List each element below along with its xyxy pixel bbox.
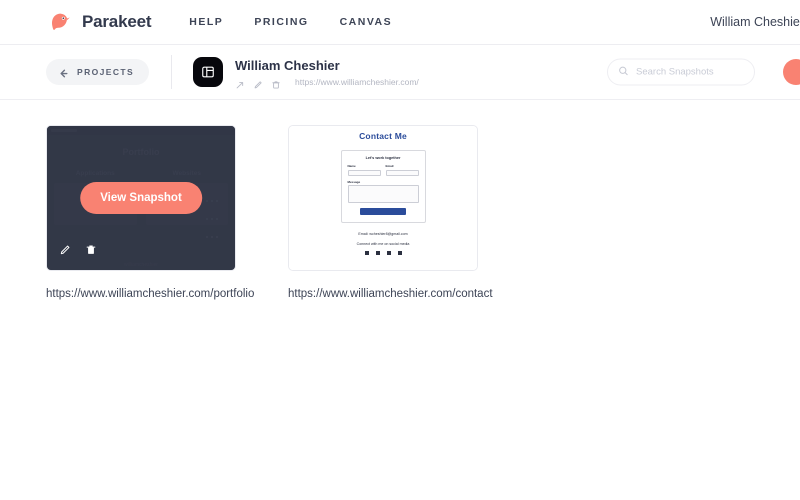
share-icon[interactable] [235,77,245,88]
top-navigation-bar: Parakeet HELP PRICING CANVAS William Che… [0,0,800,45]
preview-field-label: Message [347,179,361,184]
preview-form-row: Name Email [347,164,419,176]
snapshots-grid: Portfolio Applications Websites [0,100,800,300]
brand-name: Parakeet [82,12,152,31]
preview-message-textarea [347,185,419,203]
project-subrow: https://www.williamcheshier.com/ [235,76,419,89]
twitter-icon [397,251,402,255]
project-subheader: PROJECTS William Cheshier https://www.wi… [0,45,800,100]
layout-panel-icon[interactable] [193,57,224,87]
preview-field-input [385,169,419,176]
nav-links: HELP PRICING CANVAS [189,16,392,28]
nav-link-pricing[interactable]: PRICING [254,16,308,28]
preview-form-title: Let's work together [365,156,401,160]
preview-field-label: Name [347,164,356,168]
back-to-projects-label: PROJECTS [77,67,135,77]
preview-submit-button [360,208,406,215]
snapshot-card-portfolio[interactable]: Portfolio Applications Websites [46,125,236,271]
preview-title: Contact Me [359,131,407,141]
back-to-projects-button[interactable]: PROJECTS [46,59,150,85]
nav-link-help[interactable]: HELP [189,16,223,28]
bird-logo-icon [47,9,73,35]
search-snapshots-box[interactable] [607,58,755,86]
facebook-icon [375,251,380,255]
project-meta: William Cheshier https://www.williamches… [235,57,419,89]
trash-icon[interactable] [85,244,97,256]
nav-link-canvas[interactable]: CANVAS [340,16,393,28]
project-title: William Cheshier [235,57,340,73]
snapshot-item: Contact Me Let's work together Name Emai… [288,125,493,300]
brand[interactable]: Parakeet [47,9,151,35]
snapshot-preview-contact: Contact Me Let's work together Name Emai… [289,126,477,270]
view-snapshot-button[interactable]: View Snapshot [80,182,202,214]
preview-form-field: Name [347,164,381,176]
pencil-icon[interactable] [253,77,263,88]
preview-email-line: Email: wcheshier8@gmail.com [358,232,408,236]
instagram-icon [364,251,369,255]
app-root: Parakeet HELP PRICING CANVAS William Che… [0,0,800,500]
preview-form-field: Email [385,164,419,176]
add-snapshot-button[interactable] [783,59,800,85]
preview-field-label: Email [385,164,394,168]
arrow-left-icon [58,67,69,78]
preview-contact-form: Let's work together Name Email Message [340,150,426,223]
snapshot-item: Portfolio Applications Websites [46,125,255,300]
trash-icon[interactable] [271,77,281,89]
account-name[interactable]: William Cheshier [710,15,800,29]
project-url: https://www.williamcheshier.com/ [295,76,419,87]
preview-field-input [347,169,381,176]
subheader-divider [171,55,173,89]
snapshot-card-actions [59,244,97,256]
linkedin-icon [386,251,391,255]
preview-social-icons [289,251,477,255]
snapshot-url: https://www.williamcheshier.com/contact [288,288,493,300]
snapshot-card-contact[interactable]: Contact Me Let's work together Name Emai… [288,125,478,271]
search-input[interactable] [636,66,746,78]
snapshot-url: https://www.williamcheshier.com/portfoli… [46,288,255,300]
preview-social-line: Connect with me on social media [356,242,410,246]
pencil-icon[interactable] [59,244,71,256]
preview-message-field: Message [347,179,419,203]
search-icon [618,63,629,81]
